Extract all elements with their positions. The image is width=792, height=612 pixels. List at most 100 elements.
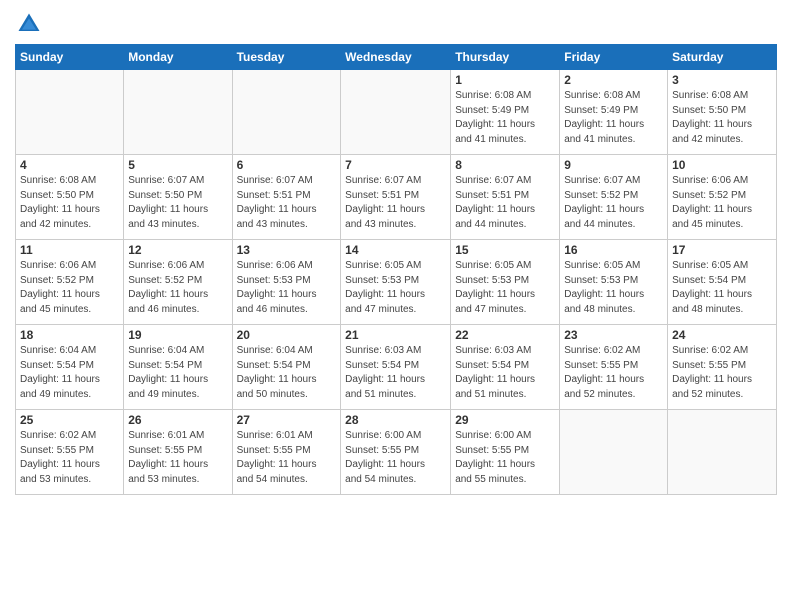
calendar-week-2: 4 Sunrise: 6:08 AM Sunset: 5:50 PM Daylig… <box>16 155 777 240</box>
calendar-cell: 20 Sunrise: 6:04 AM Sunset: 5:54 PM Dayli… <box>232 325 341 410</box>
day-number: 26 <box>128 413 227 427</box>
day-number: 28 <box>345 413 446 427</box>
day-info: Sunrise: 6:07 AM Sunset: 5:51 PM Dayligh… <box>237 174 337 232</box>
day-number: 9 <box>564 158 663 172</box>
calendar-cell <box>341 70 451 155</box>
day-number: 17 <box>672 243 772 257</box>
day-number: 19 <box>128 328 227 342</box>
day-info: Sunrise: 6:08 AM Sunset: 5:50 PM Dayligh… <box>20 174 119 232</box>
calendar-cell: 10 Sunrise: 6:06 AM Sunset: 5:52 PM Dayli… <box>668 155 777 240</box>
day-number: 10 <box>672 158 772 172</box>
weekday-header-thursday: Thursday <box>451 45 560 70</box>
day-info: Sunrise: 6:01 AM Sunset: 5:55 PM Dayligh… <box>128 429 227 487</box>
calendar-cell: 5 Sunrise: 6:07 AM Sunset: 5:50 PM Daylig… <box>124 155 232 240</box>
header <box>15 10 777 38</box>
calendar-body: 1 Sunrise: 6:08 AM Sunset: 5:49 PM Daylig… <box>16 70 777 495</box>
calendar-cell <box>16 70 124 155</box>
calendar-cell: 22 Sunrise: 6:03 AM Sunset: 5:54 PM Dayli… <box>451 325 560 410</box>
calendar-cell: 4 Sunrise: 6:08 AM Sunset: 5:50 PM Daylig… <box>16 155 124 240</box>
day-info: Sunrise: 6:00 AM Sunset: 5:55 PM Dayligh… <box>345 429 446 487</box>
calendar-cell <box>560 410 668 495</box>
calendar-cell <box>232 70 341 155</box>
weekday-header-sunday: Sunday <box>16 45 124 70</box>
day-info: Sunrise: 6:06 AM Sunset: 5:52 PM Dayligh… <box>128 259 227 317</box>
day-info: Sunrise: 6:05 AM Sunset: 5:54 PM Dayligh… <box>672 259 772 317</box>
weekday-header-wednesday: Wednesday <box>341 45 451 70</box>
day-number: 6 <box>237 158 337 172</box>
calendar-cell <box>124 70 232 155</box>
weekday-header-saturday: Saturday <box>668 45 777 70</box>
day-number: 4 <box>20 158 119 172</box>
calendar-cell: 28 Sunrise: 6:00 AM Sunset: 5:55 PM Dayli… <box>341 410 451 495</box>
day-number: 7 <box>345 158 446 172</box>
day-info: Sunrise: 6:04 AM Sunset: 5:54 PM Dayligh… <box>128 344 227 402</box>
logo-icon <box>15 10 43 38</box>
calendar-cell: 8Sunrise: 6:07 AM Sunset: 5:51 PM Daylig… <box>451 155 560 240</box>
calendar-cell: 18Sunrise: 6:04 AM Sunset: 5:54 PM Dayli… <box>16 325 124 410</box>
day-number: 22 <box>455 328 555 342</box>
calendar-cell: 1 Sunrise: 6:08 AM Sunset: 5:49 PM Daylig… <box>451 70 560 155</box>
calendar-table: SundayMondayTuesdayWednesdayThursdayFrid… <box>15 44 777 495</box>
day-info: Sunrise: 6:03 AM Sunset: 5:54 PM Dayligh… <box>455 344 555 402</box>
day-info: Sunrise: 6:06 AM Sunset: 5:53 PM Dayligh… <box>237 259 337 317</box>
day-info: Sunrise: 6:02 AM Sunset: 5:55 PM Dayligh… <box>564 344 663 402</box>
calendar-cell: 29 Sunrise: 6:00 AM Sunset: 5:55 PM Dayli… <box>451 410 560 495</box>
calendar-cell: 7 Sunrise: 6:07 AM Sunset: 5:51 PM Daylig… <box>341 155 451 240</box>
calendar-cell: 13 Sunrise: 6:06 AM Sunset: 5:53 PM Dayli… <box>232 240 341 325</box>
day-info: Sunrise: 6:01 AM Sunset: 5:55 PM Dayligh… <box>237 429 337 487</box>
day-number: 27 <box>237 413 337 427</box>
weekday-header-friday: Friday <box>560 45 668 70</box>
day-info: Sunrise: 6:07 AM Sunset: 5:50 PM Dayligh… <box>128 174 227 232</box>
day-number: 13 <box>237 243 337 257</box>
day-number: 21 <box>345 328 446 342</box>
day-number: 16 <box>564 243 663 257</box>
day-info: Sunrise: 6:07 AM Sunset: 5:51 PM Dayligh… <box>455 174 555 232</box>
calendar-cell: 14 Sunrise: 6:05 AM Sunset: 5:53 PM Dayli… <box>341 240 451 325</box>
calendar-cell: 6 Sunrise: 6:07 AM Sunset: 5:51 PM Daylig… <box>232 155 341 240</box>
logo <box>15 10 47 38</box>
day-info: Sunrise: 6:05 AM Sunset: 5:53 PM Dayligh… <box>564 259 663 317</box>
calendar-header: SundayMondayTuesdayWednesdayThursdayFrid… <box>16 45 777 70</box>
day-number: 23 <box>564 328 663 342</box>
day-info: Sunrise: 6:00 AM Sunset: 5:55 PM Dayligh… <box>455 429 555 487</box>
day-number: 14 <box>345 243 446 257</box>
day-number: 1 <box>455 73 555 87</box>
day-info: Sunrise: 6:07 AM Sunset: 5:51 PM Dayligh… <box>345 174 446 232</box>
day-number: 20 <box>237 328 337 342</box>
day-info: Sunrise: 6:02 AM Sunset: 5:55 PM Dayligh… <box>20 429 119 487</box>
calendar-week-4: 18 Sunrise: 6:04 AM Sunset: 5:54 PM Dayli… <box>16 325 777 410</box>
calendar-cell: 9Sunrise: 6:07 AM Sunset: 5:52 PM Daylig… <box>560 155 668 240</box>
day-number: 29 <box>455 413 555 427</box>
day-info: Sunrise: 6:08 AM Sunset: 5:50 PM Dayligh… <box>672 89 772 147</box>
calendar-cell: 3 Sunrise: 6:08 AM Sunset: 5:50 PM Daylig… <box>668 70 777 155</box>
day-info: Sunrise: 6:03 AM Sunset: 5:54 PM Dayligh… <box>345 344 446 402</box>
day-number: 15 <box>455 243 555 257</box>
calendar-cell: 21 Sunrise: 6:03 AM Sunset: 5:54 PM Dayli… <box>341 325 451 410</box>
day-number: 5 <box>128 158 227 172</box>
day-number: 2 <box>564 73 663 87</box>
day-info: Sunrise: 6:06 AM Sunset: 5:52 PM Dayligh… <box>20 259 119 317</box>
calendar-cell: 23 Sunrise: 6:02 AM Sunset: 5:55 PM Dayli… <box>560 325 668 410</box>
calendar-cell: 15Sunrise: 6:05 AM Sunset: 5:53 PM Dayli… <box>451 240 560 325</box>
day-number: 18 <box>20 328 119 342</box>
day-number: 3 <box>672 73 772 87</box>
day-info: Sunrise: 6:06 AM Sunset: 5:52 PM Dayligh… <box>672 174 772 232</box>
calendar-cell: 19 Sunrise: 6:04 AM Sunset: 5:54 PM Dayli… <box>124 325 232 410</box>
day-info: Sunrise: 6:05 AM Sunset: 5:53 PM Dayligh… <box>345 259 446 317</box>
main-container: SundayMondayTuesdayWednesdayThursdayFrid… <box>0 0 792 500</box>
day-info: Sunrise: 6:08 AM Sunset: 5:49 PM Dayligh… <box>455 89 555 147</box>
day-number: 25 <box>20 413 119 427</box>
calendar-cell: 11 Sunrise: 6:06 AM Sunset: 5:52 PM Dayli… <box>16 240 124 325</box>
calendar-cell: 16 Sunrise: 6:05 AM Sunset: 5:53 PM Dayli… <box>560 240 668 325</box>
day-number: 12 <box>128 243 227 257</box>
calendar-cell: 12 Sunrise: 6:06 AM Sunset: 5:52 PM Dayli… <box>124 240 232 325</box>
day-info: Sunrise: 6:08 AM Sunset: 5:49 PM Dayligh… <box>564 89 663 147</box>
calendar-cell: 2 Sunrise: 6:08 AM Sunset: 5:49 PM Daylig… <box>560 70 668 155</box>
day-info: Sunrise: 6:04 AM Sunset: 5:54 PM Dayligh… <box>237 344 337 402</box>
day-number: 11 <box>20 243 119 257</box>
day-number: 24 <box>672 328 772 342</box>
calendar-cell <box>668 410 777 495</box>
weekday-header-tuesday: Tuesday <box>232 45 341 70</box>
weekday-header-monday: Monday <box>124 45 232 70</box>
calendar-week-1: 1 Sunrise: 6:08 AM Sunset: 5:49 PM Daylig… <box>16 70 777 155</box>
